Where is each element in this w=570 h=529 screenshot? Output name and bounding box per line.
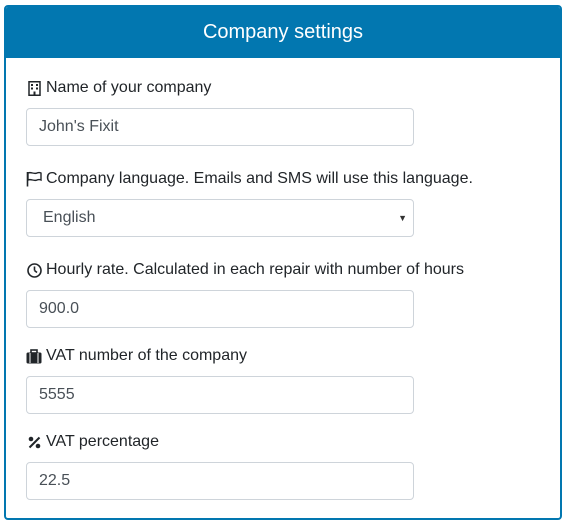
- building-icon: [26, 80, 42, 96]
- hourly-rate-label-text: Hourly rate. Calculated in each repair w…: [46, 261, 464, 278]
- vat-percentage-label: VAT percentage: [26, 432, 159, 452]
- vat-number-label: VAT number of the company: [26, 346, 247, 366]
- hourly-rate-label: Hourly rate. Calculated in each repair w…: [26, 260, 464, 280]
- percent-icon: [26, 434, 42, 450]
- company-name-label-text: Name of your company: [46, 79, 212, 96]
- vat-percentage-label-text: VAT percentage: [46, 433, 159, 450]
- language-label-text: Company language. Emails and SMS will us…: [46, 170, 473, 187]
- company-name-label: Name of your company: [26, 78, 211, 98]
- vat-percentage-input[interactable]: [26, 462, 414, 500]
- vat-number-input[interactable]: [26, 376, 414, 414]
- company-name-input[interactable]: [26, 108, 414, 146]
- language-select-value: English: [43, 209, 96, 226]
- flag-icon: [26, 171, 42, 187]
- clock-icon: [26, 262, 42, 278]
- language-select[interactable]: English ▼: [26, 199, 414, 237]
- briefcase-icon: [26, 348, 42, 364]
- panel-title: Company settings: [6, 7, 560, 58]
- hourly-rate-input[interactable]: [26, 290, 414, 328]
- dropdown-caret-icon: ▼: [398, 213, 407, 223]
- language-label: Company language. Emails and SMS will us…: [26, 169, 473, 189]
- vat-number-label-text: VAT number of the company: [46, 347, 247, 364]
- company-settings-panel: Company settings Name of your company Jo…: [4, 5, 562, 520]
